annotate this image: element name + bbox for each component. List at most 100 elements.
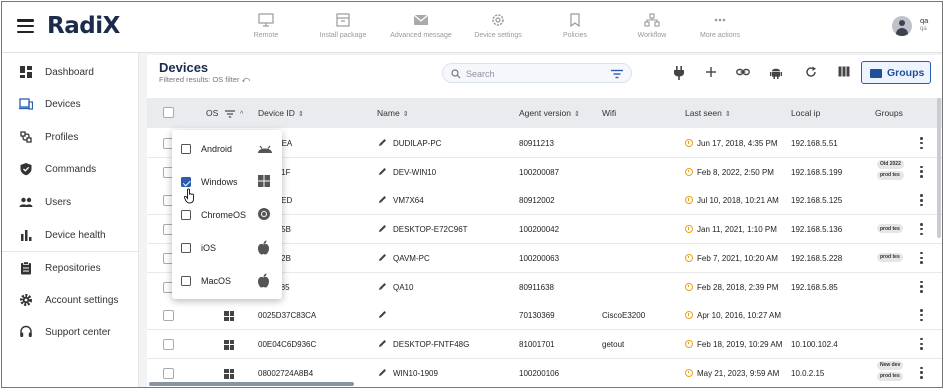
more-actions-button[interactable]: More actions — [678, 13, 762, 39]
os-option-ios[interactable]: iOS — [172, 232, 282, 265]
edit-icon[interactable] — [378, 368, 387, 377]
link-icon[interactable] — [736, 66, 750, 78]
macos-checkbox[interactable] — [181, 276, 191, 286]
vertical-scrollbar[interactable] — [937, 98, 941, 238]
menu-icon[interactable] — [17, 19, 34, 33]
local-ip: 192.168.5.85 — [791, 282, 838, 292]
user-menu[interactable]: qa qa — [892, 16, 928, 36]
horizontal-scrollbar[interactable] — [149, 382, 354, 386]
device-id[interactable]: 00E04C6D936C — [258, 340, 316, 349]
column-name[interactable]: Name ⇕ — [377, 108, 409, 118]
edit-icon[interactable] — [378, 253, 387, 262]
sidebar-item-device-health[interactable]: Device health — [2, 220, 139, 250]
agent-version: 70130369 — [519, 311, 555, 321]
bar-chart-icon — [21, 230, 32, 241]
windows-checkbox[interactable] — [181, 177, 191, 187]
windows-icon — [224, 311, 234, 322]
device-settings-button[interactable]: Device settings — [456, 13, 540, 39]
more-options-icon[interactable] — [920, 280, 923, 293]
logo[interactable]: RadiX — [47, 13, 120, 39]
edit-icon[interactable] — [378, 282, 387, 291]
remote-button[interactable]: Remote — [224, 13, 308, 39]
group-badge[interactable]: prod tes — [877, 371, 904, 381]
device-id[interactable]: 0025D37C83CA — [258, 311, 316, 320]
edit-icon[interactable] — [378, 167, 387, 176]
sidebar-item-profiles[interactable]: Profiles — [2, 122, 139, 152]
last-seen: Jul 10, 2018, 10:21 AM — [697, 196, 779, 206]
sidebar-item-account-settings[interactable]: Account settings — [2, 285, 139, 315]
columns-icon[interactable] — [838, 66, 850, 77]
group-badge[interactable]: prod tes — [877, 170, 904, 180]
select-all-checkbox[interactable] — [163, 107, 174, 118]
chevron-up-icon[interactable]: ^ — [240, 111, 243, 118]
edit-icon[interactable] — [378, 224, 387, 233]
agent-version: 100200106 — [519, 368, 560, 378]
policies-button[interactable]: Policies — [533, 13, 617, 39]
more-options-icon[interactable] — [920, 137, 923, 149]
device-id[interactable]: 08002724A8B4 — [258, 369, 313, 378]
group-badge[interactable]: prod tes — [877, 252, 903, 262]
row-checkbox[interactable] — [163, 310, 174, 322]
edit-icon[interactable] — [378, 339, 387, 348]
row-checkbox[interactable] — [163, 367, 174, 379]
more-options-icon[interactable] — [920, 223, 923, 236]
shield-icon — [20, 163, 32, 176]
row-checkbox[interactable] — [163, 338, 174, 350]
sidebar-item-dashboard[interactable]: Dashboard — [2, 57, 139, 87]
filter-icon[interactable] — [611, 69, 623, 79]
local-ip: 10.100.102.4 — [791, 339, 838, 349]
table-row[interactable]: 00E04C6D936C DESKTOP-FNTF48G 81001701 getou… — [147, 329, 942, 359]
column-agent-version[interactable]: Agent version ⇕ — [519, 108, 580, 118]
android-checkbox[interactable] — [181, 144, 191, 154]
add-icon[interactable] — [705, 66, 717, 78]
search-icon — [451, 69, 461, 79]
group-badge[interactable]: prod tes — [877, 224, 903, 234]
os-filter-dropdown: Android Windows ChromeOS iOS MacOS — [172, 130, 282, 299]
sidebar-item-devices[interactable]: Devices — [2, 89, 139, 119]
sidebar-item-repositories[interactable]: Repositories — [2, 253, 139, 283]
chrome-icon — [258, 208, 270, 220]
page-title: Devices — [159, 60, 209, 75]
refresh-icon[interactable] — [805, 66, 817, 78]
more-options-icon[interactable] — [920, 165, 923, 178]
edit-icon[interactable] — [378, 195, 387, 204]
edit-icon[interactable] — [378, 138, 387, 147]
filter-summary: Filtered results: OS filter ⤺ — [159, 75, 251, 84]
edit-icon[interactable] — [378, 310, 387, 319]
local-ip: 192.168.5.51 — [791, 139, 838, 148]
table-header: OS ^ Device ID ⇕ Name ⇕ Agent version ⇕ Wif… — [147, 98, 942, 128]
column-os[interactable]: OS ^ — [206, 108, 243, 118]
groups-button[interactable]: Groups — [861, 61, 931, 84]
more-options-icon[interactable] — [920, 309, 923, 322]
sidebar-item-support-center[interactable]: Support center — [2, 317, 139, 347]
table-row[interactable]: 0025D37C83CA 70130369 CiscoE3200 Apr 10, 20… — [147, 301, 942, 331]
os-option-macos[interactable]: MacOS — [172, 265, 282, 298]
avatar[interactable] — [892, 16, 912, 36]
os-option-android[interactable]: Android — [172, 133, 282, 166]
install-package-button[interactable]: Install package — [301, 13, 385, 39]
more-options-icon[interactable] — [920, 194, 923, 207]
android-icon[interactable] — [770, 66, 782, 79]
more-options-icon[interactable] — [920, 337, 923, 350]
plug-icon[interactable] — [673, 66, 685, 80]
ios-checkbox[interactable] — [181, 243, 191, 253]
sidebar-item-users[interactable]: Users — [2, 187, 139, 217]
column-last-seen[interactable]: Last seen ⇕ — [685, 108, 731, 118]
filter-icon[interactable] — [224, 110, 235, 118]
group-badge[interactable]: Old 2022 — [877, 159, 904, 169]
group-badge[interactable]: New dev — [877, 360, 904, 370]
sidebar-item-commands[interactable]: Commands — [2, 154, 139, 184]
column-device-id[interactable]: Device ID ⇕ — [258, 108, 304, 118]
group-badges: Old 2022 prod tes — [877, 159, 904, 180]
agent-version: 80911638 — [519, 282, 554, 292]
column-local-ip[interactable]: Local ip — [791, 108, 820, 118]
more-options-icon[interactable] — [920, 251, 923, 264]
device-name: DESKTOP-FNTF48G — [393, 339, 470, 349]
column-groups[interactable]: Groups — [875, 108, 903, 118]
more-options-icon[interactable] — [920, 366, 923, 379]
advanced-message-button[interactable]: Advanced message — [379, 13, 463, 39]
undo-icon[interactable]: ⤺ — [242, 75, 251, 84]
column-wifi[interactable]: Wifi — [602, 108, 616, 118]
search-input[interactable]: Search — [442, 63, 632, 83]
chromeos-checkbox[interactable] — [181, 210, 191, 220]
